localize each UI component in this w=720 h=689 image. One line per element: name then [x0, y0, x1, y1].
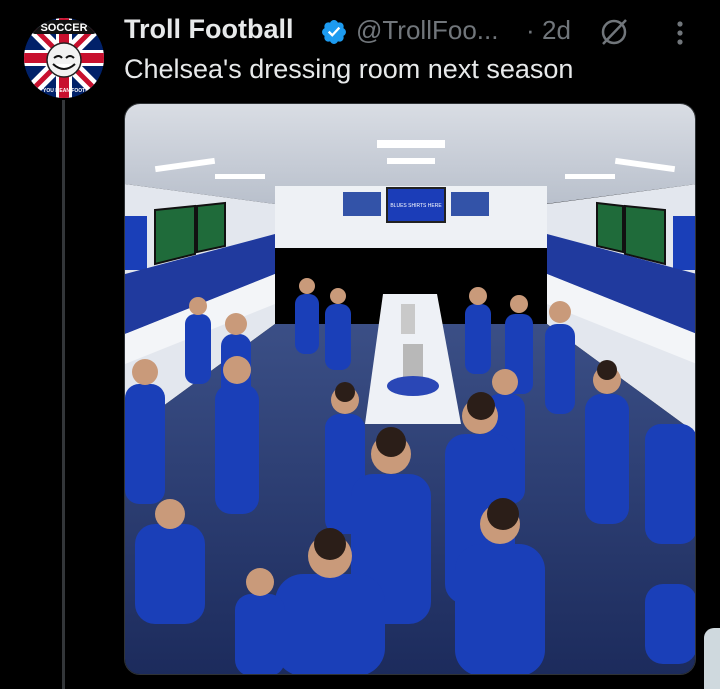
avatar-text-top: SOCCER [40, 22, 87, 34]
tweet-media-image[interactable]: BLUES SHIRTS HERE [124, 103, 696, 675]
grok-icon[interactable] [598, 16, 630, 48]
tweet-header: Troll Football @TrollFoo... · 2d [124, 14, 720, 50]
tv-screen-text: BLUES SHIRTS HERE [390, 203, 442, 209]
scroll-handle[interactable] [704, 628, 720, 689]
separator-dot: · [526, 15, 535, 45]
thread-connector-line [62, 100, 65, 689]
verified-badge-icon[interactable] [320, 18, 348, 46]
author-handle[interactable]: @TrollFoo... [356, 15, 498, 46]
more-icon[interactable] [670, 18, 690, 48]
dressing-room-photo: BLUES SHIRTS HERE [125, 104, 695, 674]
timestamp[interactable]: 2d [542, 15, 571, 46]
avatar-text-bottom: DON'T YOU MEAN FOOTBALL? [26, 88, 101, 94]
avatar[interactable]: SOCCER DON'T YOU MEAN FOOTBALL? [24, 18, 104, 98]
avatar-image: SOCCER DON'T YOU MEAN FOOTBALL? [24, 18, 104, 98]
tweet-text: Chelsea's dressing room next season [124, 54, 574, 84]
author-name[interactable]: Troll Football [124, 14, 294, 45]
